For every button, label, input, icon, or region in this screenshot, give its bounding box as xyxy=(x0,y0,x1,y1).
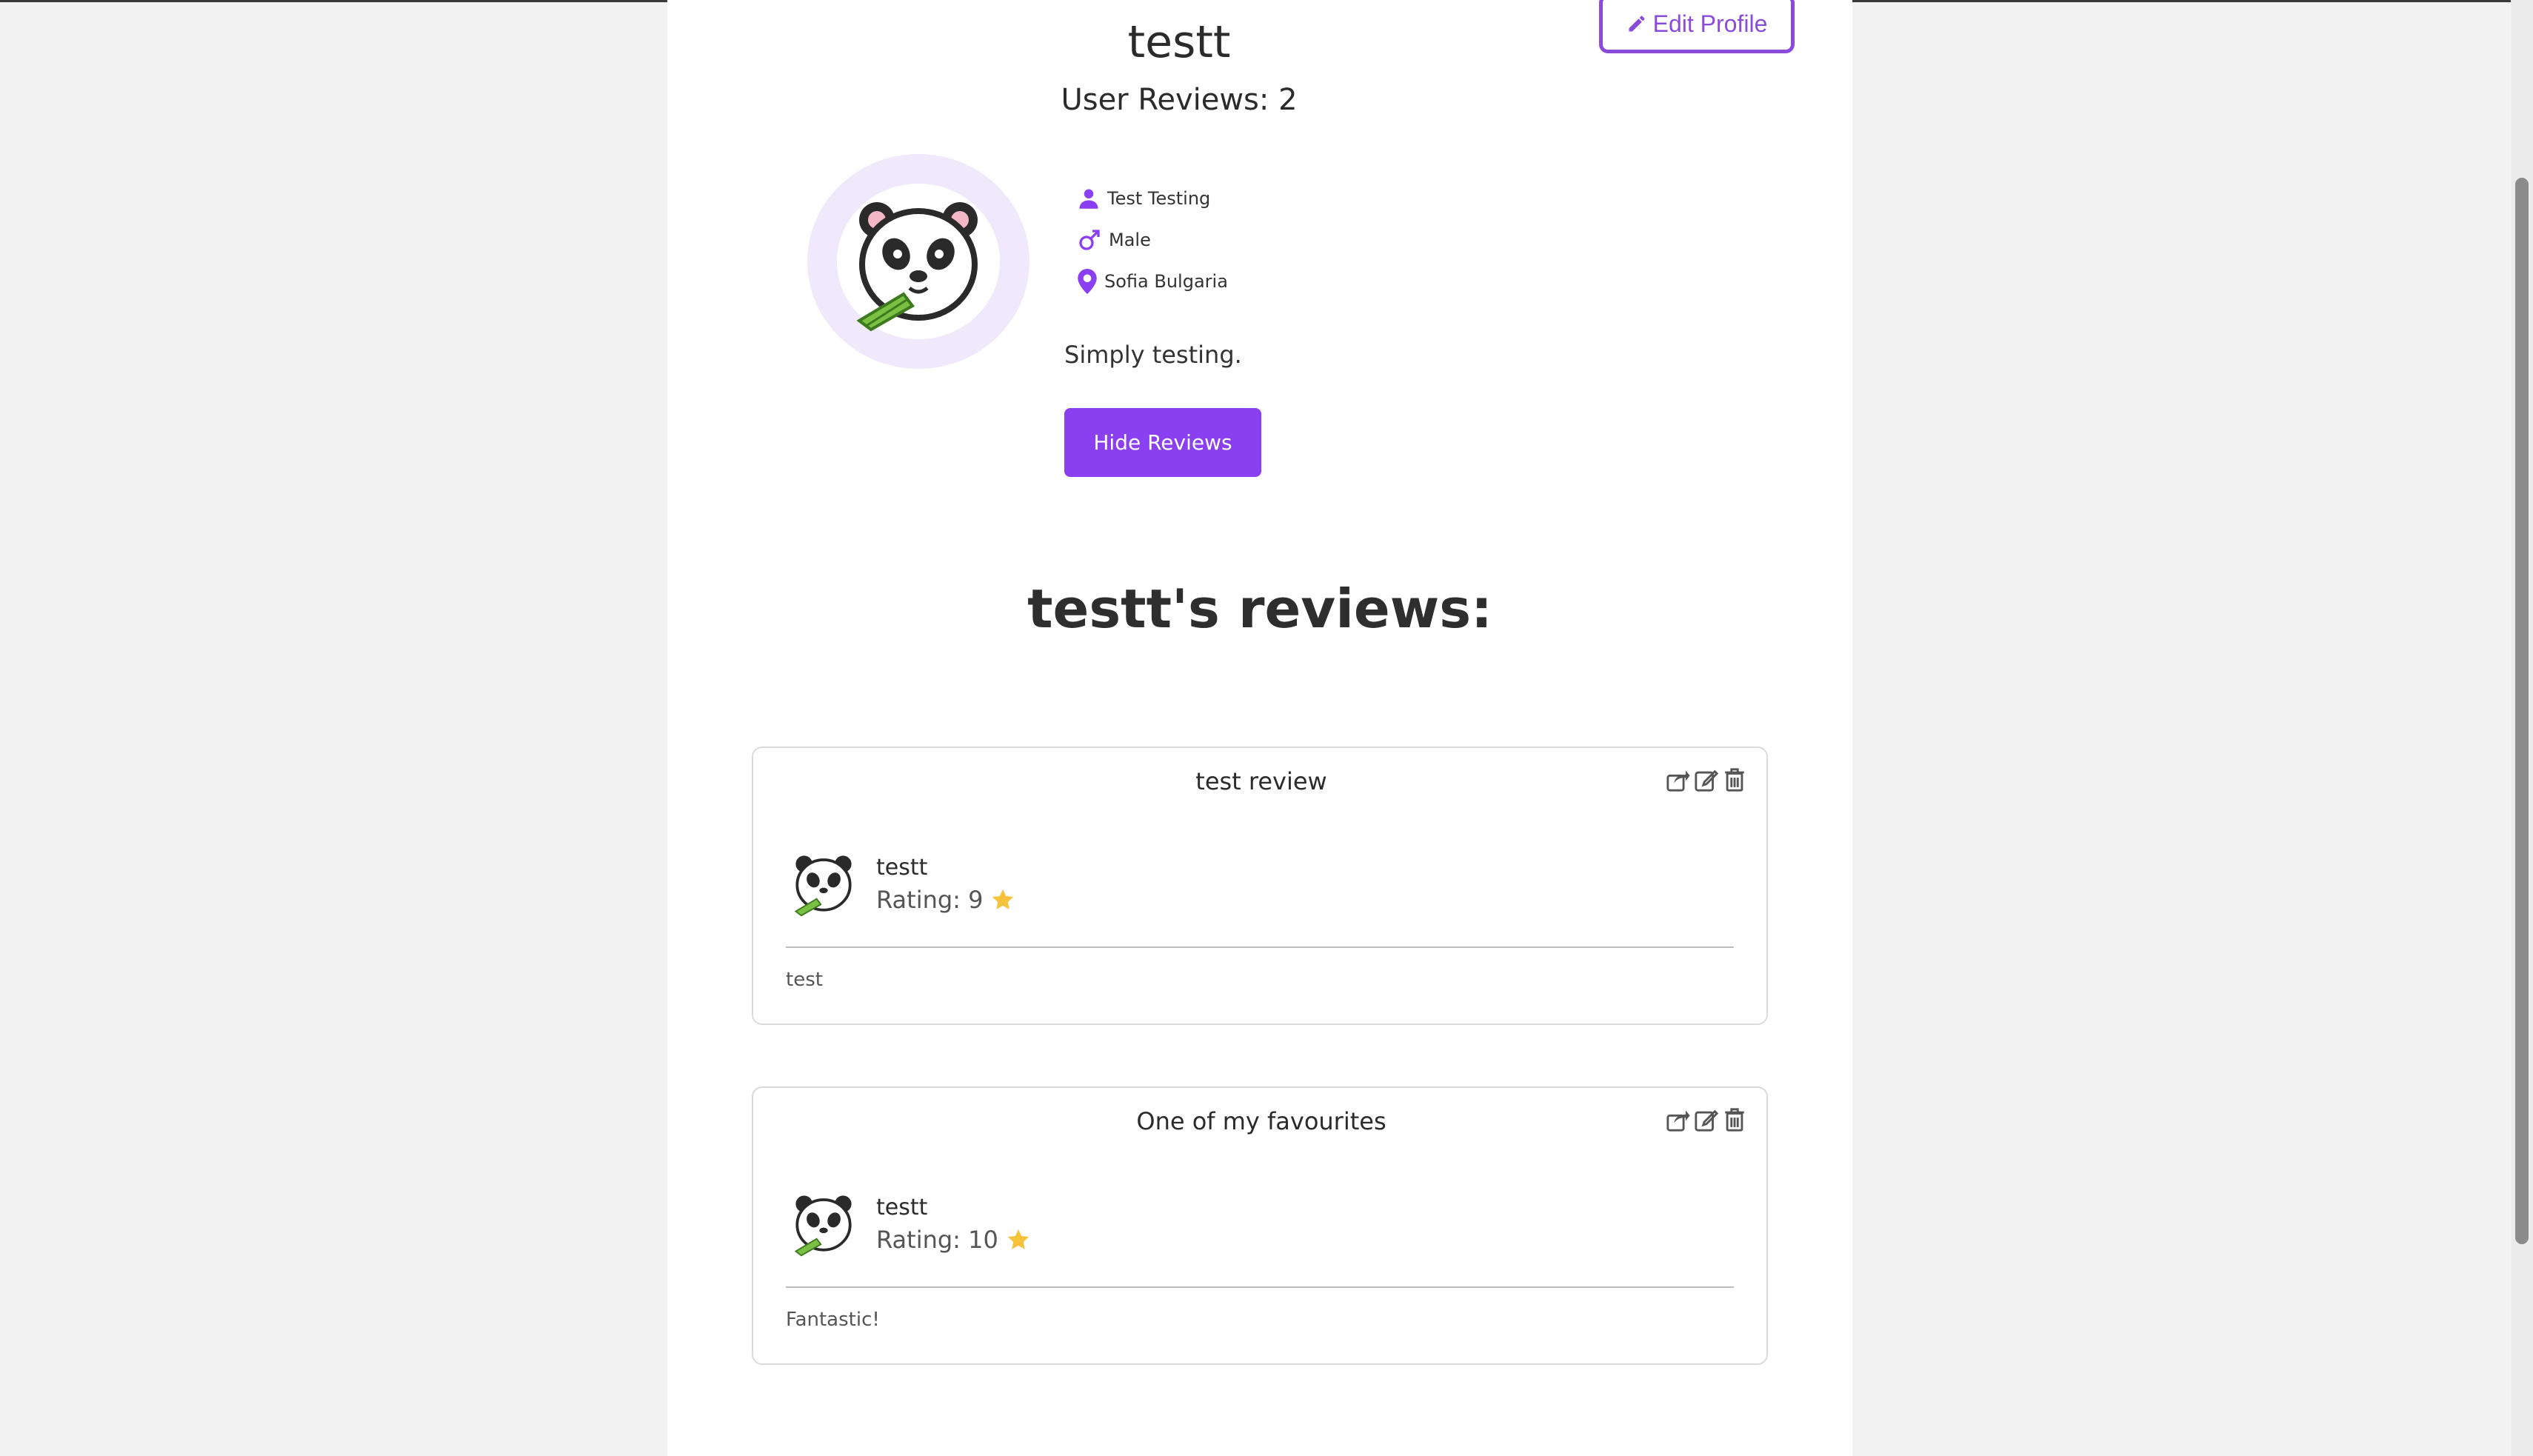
trash-icon[interactable] xyxy=(1722,767,1747,792)
info-full-name: Test Testing xyxy=(1078,184,1210,213)
review-rating-text: Rating: 9 xyxy=(876,886,984,914)
edit-profile-label: Edit Profile xyxy=(1652,10,1768,37)
review-body: Fantastic! xyxy=(786,1309,880,1331)
location-text: Sofia Bulgaria xyxy=(1104,271,1228,292)
panda-avatar xyxy=(856,202,978,332)
review-card: One of my favourites testt Rating: 10 Fa… xyxy=(752,1086,1768,1365)
review-author-avatar xyxy=(794,855,852,917)
profile-username: testt xyxy=(1127,16,1231,68)
scrollbar-track[interactable] xyxy=(2511,0,2533,1456)
profile-avatar xyxy=(807,154,1029,369)
edit-icon[interactable] xyxy=(1694,1107,1719,1132)
info-location: Sofia Bulgaria xyxy=(1078,267,1228,296)
review-title: One of my favourites xyxy=(1136,1107,1386,1135)
review-author-avatar xyxy=(794,1195,852,1257)
review-card: test review testt Rating: 9 test xyxy=(752,747,1768,1025)
review-rating: Rating: 9 xyxy=(876,886,1015,914)
share-icon[interactable] xyxy=(1666,767,1691,792)
review-rating: Rating: 10 xyxy=(876,1226,1031,1254)
male-icon xyxy=(1079,230,1100,250)
review-actions xyxy=(1666,767,1747,792)
review-divider xyxy=(786,1286,1734,1288)
profile-bio: Simply testing. xyxy=(1064,341,1242,369)
review-body: test xyxy=(786,969,823,991)
info-gender: Male xyxy=(1078,225,1151,255)
review-rating-text: Rating: 10 xyxy=(876,1226,998,1254)
profile-card: testt User Reviews: 2 Edit Profile Test … xyxy=(667,0,1852,1456)
edit-icon[interactable] xyxy=(1694,767,1719,792)
hide-reviews-button[interactable]: Hide Reviews xyxy=(1064,408,1261,477)
user-reviews-count: User Reviews: 2 xyxy=(1061,83,1298,117)
full-name-text: Test Testing xyxy=(1107,188,1211,209)
star-icon xyxy=(1007,1229,1029,1249)
pencil-icon xyxy=(1629,16,1645,32)
review-title: test review xyxy=(1195,767,1327,795)
share-icon[interactable] xyxy=(1666,1107,1691,1132)
review-actions xyxy=(1666,1107,1747,1132)
edit-profile-button[interactable]: Edit Profile xyxy=(1599,0,1795,53)
trash-icon[interactable] xyxy=(1722,1107,1747,1132)
user-icon xyxy=(1079,189,1098,209)
review-divider xyxy=(786,946,1734,948)
star-icon xyxy=(992,889,1014,909)
gender-text: Male xyxy=(1109,230,1151,250)
review-author: testt xyxy=(876,1195,928,1220)
review-author: testt xyxy=(876,855,928,881)
reviews-section-title: testt's reviews: xyxy=(1027,578,1492,640)
location-pin-icon xyxy=(1078,269,1097,294)
scrollbar-thumb[interactable] xyxy=(2515,178,2529,1244)
